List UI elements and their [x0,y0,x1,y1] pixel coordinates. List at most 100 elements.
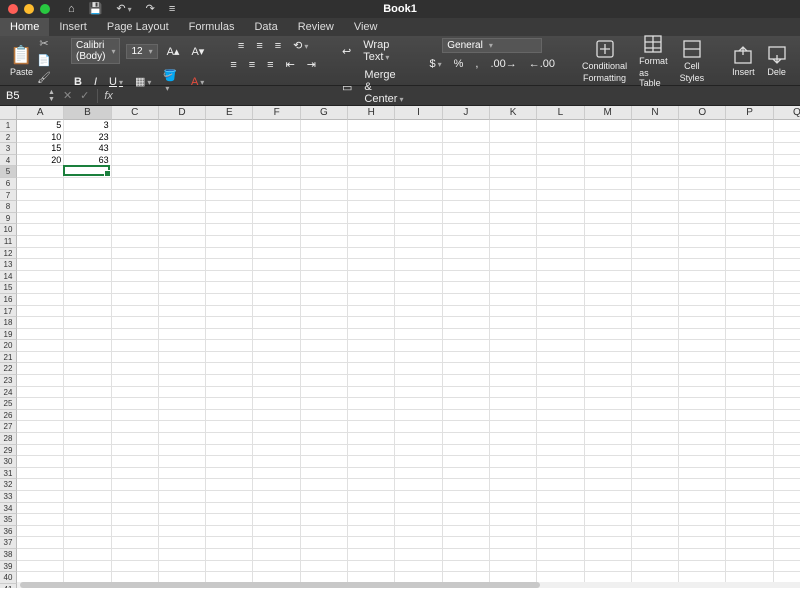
paste-button[interactable]: 📋 Paste [10,45,33,77]
row-header[interactable]: 2 [0,132,17,144]
cell[interactable] [64,201,111,213]
cell[interactable] [206,468,253,480]
horizontal-scrollbar[interactable] [0,582,800,588]
cell[interactable] [301,143,348,155]
tab-insert[interactable]: Insert [49,18,97,36]
cell[interactable] [64,445,111,457]
cell[interactable] [443,294,490,306]
cell[interactable] [490,479,537,491]
cell[interactable] [679,491,726,503]
cell[interactable] [726,526,773,538]
cell[interactable] [679,549,726,561]
cell[interactable] [253,514,300,526]
cell[interactable] [159,120,206,132]
row-header[interactable]: 16 [0,294,17,306]
cell[interactable] [112,155,159,167]
cell[interactable] [679,375,726,387]
cell[interactable] [585,514,632,526]
cell[interactable] [537,421,584,433]
cell[interactable] [774,561,800,573]
cell[interactable] [301,537,348,549]
cell[interactable] [632,132,679,144]
cell[interactable] [537,537,584,549]
cell[interactable] [301,213,348,225]
cell[interactable] [585,398,632,410]
cell[interactable] [64,224,111,236]
cell[interactable] [395,433,442,445]
cell[interactable] [206,178,253,190]
cell[interactable] [112,456,159,468]
decrease-indent-icon[interactable]: ⇤ [283,57,298,72]
cell[interactable] [64,410,111,422]
cell[interactable] [348,201,395,213]
cell[interactable] [253,340,300,352]
cell[interactable] [585,549,632,561]
cell[interactable] [17,514,64,526]
cell[interactable] [206,201,253,213]
bold-button[interactable]: B [71,75,85,89]
cell[interactable] [64,468,111,480]
cell[interactable] [348,282,395,294]
cell[interactable] [585,236,632,248]
cell[interactable] [774,178,800,190]
cell[interactable] [632,549,679,561]
cell[interactable] [206,456,253,468]
cell[interactable] [537,433,584,445]
cell[interactable] [17,410,64,422]
cell[interactable] [679,294,726,306]
cell[interactable] [679,433,726,445]
name-box[interactable]: B5 [0,90,48,102]
cell[interactable] [537,306,584,318]
cell[interactable] [395,340,442,352]
cell[interactable] [632,178,679,190]
cell[interactable] [206,190,253,202]
confirm-formula-icon[interactable]: ✓ [80,89,89,102]
increase-decimals-icon[interactable]: .00→ [487,57,519,71]
row-header[interactable]: 15 [0,282,17,294]
cell[interactable] [632,248,679,260]
cell[interactable] [64,282,111,294]
cell[interactable] [490,282,537,294]
cell[interactable] [443,132,490,144]
cell[interactable] [490,433,537,445]
cell[interactable] [774,132,800,144]
cell[interactable] [17,306,64,318]
cell[interactable] [726,271,773,283]
cell[interactable] [301,375,348,387]
cell[interactable] [726,433,773,445]
cell[interactable] [443,259,490,271]
cell[interactable] [774,514,800,526]
cell[interactable] [632,479,679,491]
cell[interactable] [774,479,800,491]
cell[interactable] [206,387,253,399]
cell[interactable] [206,537,253,549]
cell[interactable] [301,271,348,283]
cell[interactable] [253,155,300,167]
cell[interactable] [112,329,159,341]
cell[interactable] [395,491,442,503]
cell[interactable] [206,259,253,271]
cell[interactable] [348,166,395,178]
copy-icon[interactable]: 📄 [37,54,51,67]
cell[interactable] [159,479,206,491]
cell[interactable] [301,410,348,422]
cell[interactable] [443,306,490,318]
cell[interactable] [17,549,64,561]
cell[interactable] [64,479,111,491]
cell[interactable] [395,178,442,190]
cell[interactable] [774,491,800,503]
row-header[interactable]: 25 [0,398,17,410]
cell[interactable] [64,537,111,549]
column-header[interactable]: Q [774,106,800,120]
cell[interactable] [112,166,159,178]
cell[interactable] [585,178,632,190]
cell[interactable] [490,201,537,213]
column-header[interactable]: N [632,106,679,120]
cell[interactable] [537,387,584,399]
cell[interactable] [632,503,679,515]
cell[interactable] [253,282,300,294]
cell[interactable] [112,271,159,283]
cell[interactable] [348,352,395,364]
cell[interactable] [112,213,159,225]
cell[interactable] [348,224,395,236]
